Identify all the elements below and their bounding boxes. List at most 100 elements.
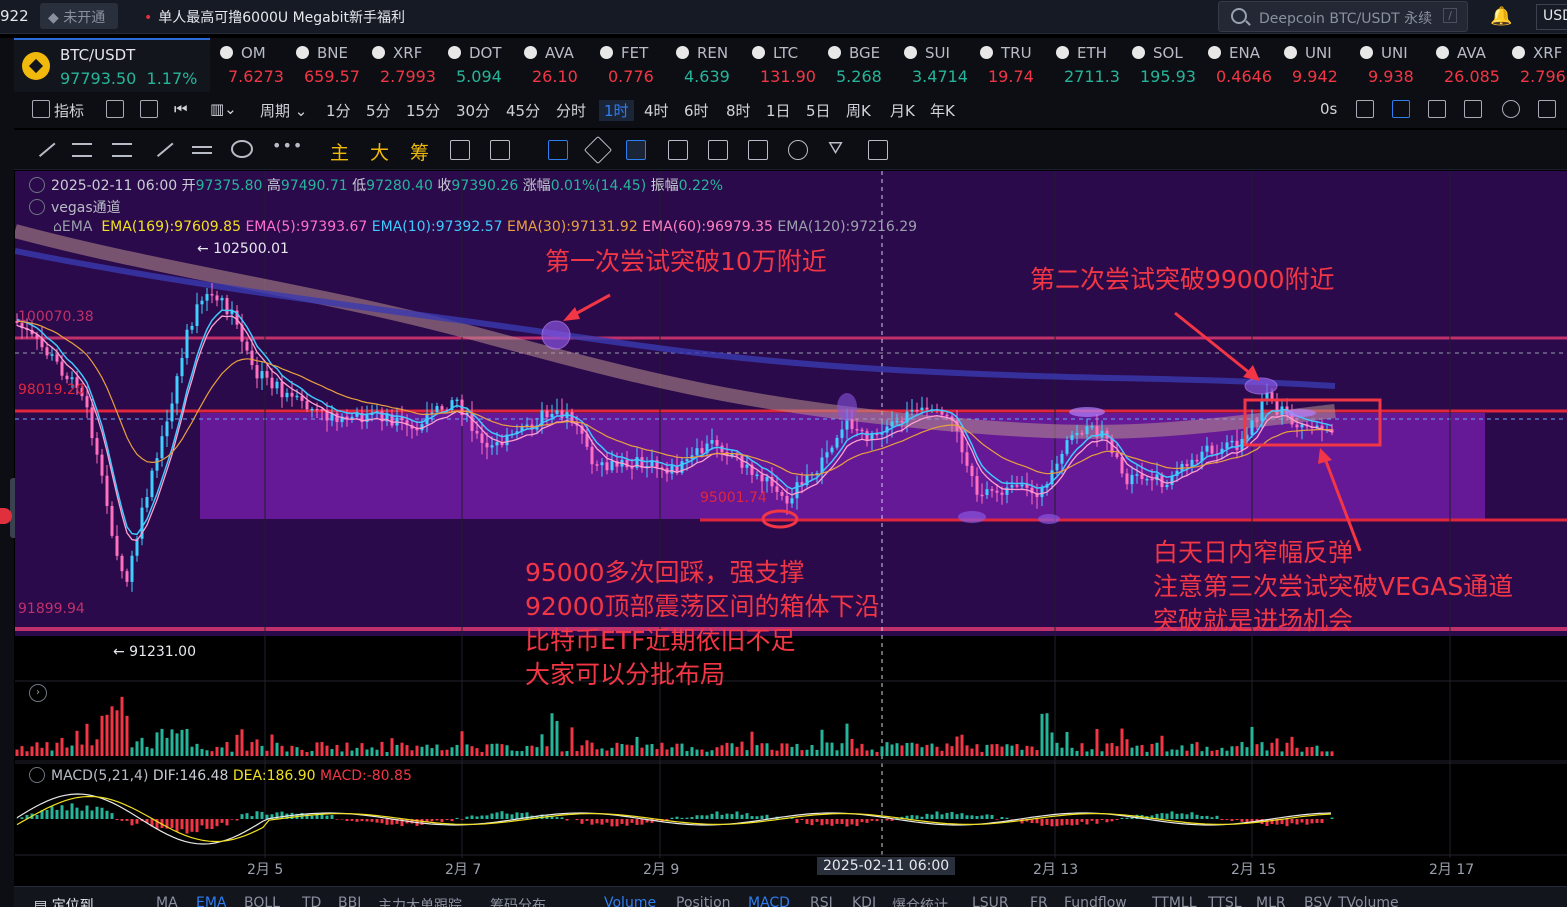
ema-label[interactable]: ⌂EMA (53, 219, 92, 235)
ticker-item[interactable]: LTC 131.90 (752, 38, 826, 92)
bell-icon[interactable]: 🔔 (1490, 6, 1512, 27)
indicator-tab[interactable]: Fundflow (1064, 895, 1127, 907)
trash-icon[interactable] (868, 140, 888, 160)
ticker-item[interactable]: BGE 5.268 (828, 38, 902, 92)
indicator-tab[interactable]: BBI (338, 895, 361, 907)
ticker-item[interactable]: SOL 195.93 (1132, 38, 1206, 92)
indicator-tab[interactable]: FR (1030, 895, 1048, 907)
search-input[interactable]: Deepcoin BTC/USDT 永续 / (1218, 1, 1468, 32)
ray-icon[interactable] (150, 134, 174, 158)
ticker-item[interactable]: XRF 2.7967 (1512, 38, 1567, 92)
timeframe-option[interactable]: 5日 (806, 100, 831, 121)
currency-select[interactable]: USD (1536, 4, 1567, 30)
indicator-tab[interactable]: TVolume (1338, 895, 1399, 907)
vegas-row[interactable]: vegas通道 (29, 197, 121, 217)
ticker-item[interactable]: FET 0.776 (600, 38, 674, 92)
ticker-item[interactable]: AVA 26.10 (524, 38, 598, 92)
timeframe-option[interactable]: 1分 (326, 100, 351, 121)
camera-icon[interactable] (1356, 100, 1374, 118)
indicator-tab[interactable]: 爆仓统计 (892, 895, 948, 907)
ticker-item[interactable]: OM 7.6273 (220, 38, 294, 92)
ellipse-icon[interactable] (231, 140, 253, 158)
timeframe-option[interactable]: 30分 (456, 100, 490, 121)
indicator-tab[interactable]: MLR (1256, 895, 1286, 907)
indicator-tab[interactable]: 筹码分布 (490, 895, 546, 907)
ticker-item[interactable]: TRU 19.74 (980, 38, 1054, 92)
timeframe-option[interactable]: 年K (930, 100, 955, 121)
indicator-tab[interactable]: KDJ (852, 895, 876, 907)
ticker-item[interactable]: BNE 659.57 (296, 38, 370, 92)
timeframe-option[interactable]: 6时 (684, 100, 709, 121)
ticker-item[interactable]: ETH 2711.3 (1056, 38, 1130, 92)
indicator-button[interactable]: 指标 (54, 100, 84, 121)
ticker-item[interactable]: REN 4.639 (676, 38, 750, 92)
ticker-item[interactable]: ENA 0.4646 (1208, 38, 1282, 92)
ticker-item[interactable]: SUI 3.4714 (904, 38, 978, 92)
indicator-icon[interactable] (32, 100, 50, 118)
timeframe-option[interactable]: 8时 (726, 100, 751, 121)
filter-icon[interactable]: ⛛ (828, 138, 848, 159)
collapse-icon[interactable] (29, 199, 45, 215)
indicator-tab[interactable]: TTSL (1208, 895, 1242, 907)
magic-icon[interactable] (490, 140, 510, 160)
fullscreen-icon[interactable] (1538, 100, 1556, 118)
tag-icon[interactable] (583, 135, 613, 165)
indicator-tab[interactable]: TD (302, 895, 321, 907)
indicator-tab[interactable]: TTMLL (1152, 895, 1197, 907)
measure-icon[interactable] (192, 146, 212, 154)
candles-icon[interactable] (668, 140, 688, 160)
ticker-item[interactable]: UNI 9.942 (1284, 38, 1358, 92)
edit-list-icon[interactable] (748, 140, 768, 160)
timeframe-option[interactable]: 4时 (644, 100, 669, 121)
collapse-icon[interactable] (29, 177, 45, 193)
channel-icon[interactable] (112, 143, 132, 157)
timeframe-option[interactable]: 分时 (556, 100, 586, 121)
timeframe-option[interactable]: 15分 (406, 100, 440, 121)
status-badge[interactable]: ◆ 未开通 (40, 3, 118, 29)
timeframe-option[interactable]: 45分 (506, 100, 540, 121)
big-order-button[interactable]: 大 (370, 138, 390, 164)
trendline-icon[interactable] (32, 134, 56, 158)
collapse-icon[interactable] (29, 767, 45, 783)
template-icon[interactable] (1464, 100, 1482, 118)
indicator-tab[interactable]: 主力大单跟踪 (378, 895, 462, 907)
indicator-tab[interactable]: Position (676, 895, 731, 907)
chip-button[interactable]: 筹 (410, 138, 430, 164)
ticker-item[interactable]: UNI 9.938 (1360, 38, 1434, 92)
rewind-icon[interactable]: ⏮ (174, 100, 188, 118)
volume-collapse-icon[interactable]: › (29, 684, 47, 702)
indicator-tab[interactable]: Volume (604, 895, 656, 907)
chart-area[interactable]: 2025-02-11 06:00 开97375.80 高97490.71 低97… (15, 171, 1567, 878)
draw-mode-icon[interactable] (626, 140, 646, 160)
parallel-lines-icon[interactable] (72, 143, 92, 157)
ticker-btc[interactable]: BTC/USDT 97793.50 1.17% (14, 38, 210, 92)
timeframe-option[interactable]: 月K (890, 100, 915, 121)
lock-icon[interactable] (708, 140, 728, 160)
eraser-icon[interactable] (788, 140, 808, 160)
period-dropdown[interactable]: 周期 ⌄ (260, 100, 307, 121)
candle-type-icon[interactable]: ▥⌄ (210, 100, 237, 118)
layout-icon[interactable] (140, 100, 158, 118)
indicator-tab[interactable]: BOLL (244, 895, 280, 907)
timeframe-option[interactable]: 1时 (599, 100, 634, 121)
indicator-tab[interactable]: EMA (196, 895, 227, 907)
indicator-tab[interactable]: LSUR (972, 895, 1009, 907)
ticker-item[interactable]: XRF 2.7993 (372, 38, 446, 92)
indicator-tab[interactable]: MACD (748, 895, 790, 907)
indicator-tab[interactable]: BSV (1304, 895, 1332, 907)
timeframe-option[interactable]: 5分 (366, 100, 391, 121)
locate-button[interactable]: ▤ 定位到 (34, 895, 94, 907)
timeframe-option[interactable]: 1日 (766, 100, 791, 121)
ticker-item[interactable]: DOT 5.094 (448, 38, 522, 92)
pen-icon[interactable] (1392, 100, 1410, 118)
more-icon[interactable]: ••• (272, 136, 302, 156)
sync-icon[interactable] (450, 140, 470, 160)
promo-banner[interactable]: • 单人最高可撸6000U Megabit新手福利 (144, 7, 405, 27)
ticker-item[interactable]: AVA 26.085 (1436, 38, 1510, 92)
cursor-icon[interactable] (548, 140, 568, 160)
share-icon[interactable] (1428, 100, 1446, 118)
indicator-tab[interactable]: MA (156, 895, 178, 907)
settings-icon[interactable] (1502, 100, 1520, 118)
main-force-button[interactable]: 主 (330, 138, 350, 164)
indicator-tab[interactable]: RSI (810, 895, 833, 907)
